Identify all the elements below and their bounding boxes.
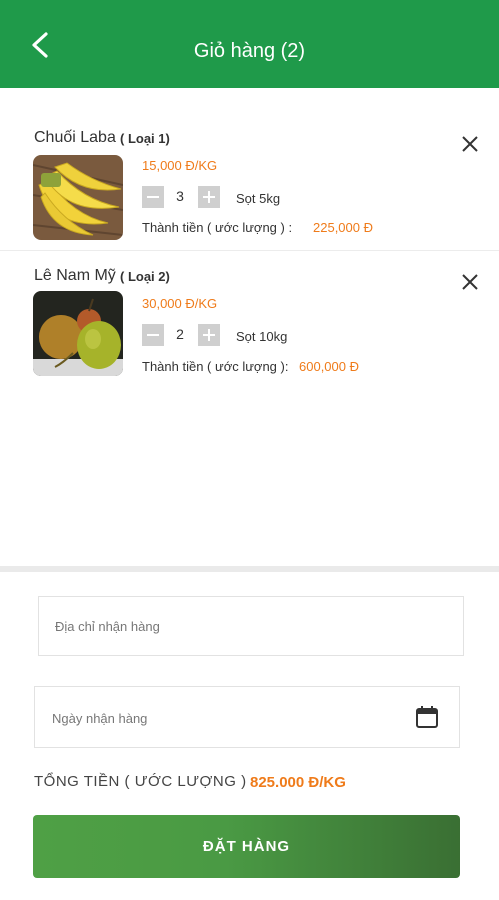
date-field[interactable]: Ngày nhận hàng <box>34 686 460 748</box>
increase-button[interactable] <box>198 324 220 346</box>
pear-image <box>33 291 123 376</box>
calendar-icon[interactable] <box>415 705 439 729</box>
quantity-value: 3 <box>176 188 184 204</box>
cart-item: Lê Nam Mỹ ( Loại 2) 30,000 Đ/KG 2 Sọt 10… <box>0 251 499 391</box>
item-price: 15,000 Đ/KG <box>142 158 218 173</box>
address-placeholder: Địa chỉ nhận hàng <box>55 619 160 634</box>
address-field[interactable]: Địa chỉ nhận hàng <box>38 596 464 656</box>
section-separator <box>0 566 499 572</box>
item-name: Lê Nam Mỹ <box>34 267 116 284</box>
order-button[interactable]: ĐẶT HÀNG <box>33 815 460 878</box>
decrease-button[interactable] <box>142 324 164 346</box>
page-title: Giỏ hàng (2) <box>193 40 306 62</box>
increase-button[interactable] <box>198 186 220 208</box>
quantity-value: 2 <box>176 326 184 342</box>
pack-size: Sọt 5kg <box>236 191 281 206</box>
total-value: 825.000 Đ/KG <box>250 774 346 791</box>
subtotal-value: 600,000 Đ <box>299 359 359 374</box>
subtotal-label: Thành tiền ( ước lượng ): <box>142 359 289 374</box>
item-type: ( Loại 2) <box>120 269 170 284</box>
cart-item: Chuối Laba ( Loại 1) 15,000 Đ/KG 3 Sọt 5… <box>0 88 499 250</box>
app-header: Giỏ hàng (2) <box>0 0 499 88</box>
total-label: TỔNG TIỀN ( ƯỚC LƯỢNG ) <box>34 773 247 790</box>
banana-image <box>33 155 123 240</box>
item-price: 30,000 Đ/KG <box>142 296 218 311</box>
subtotal-label: Thành tiền ( ước lượng ) : <box>142 220 293 235</box>
item-name: Chuối Laba <box>34 129 116 146</box>
quantity-stepper: 2 <box>142 324 222 346</box>
date-placeholder: Ngày nhận hàng <box>52 711 148 726</box>
quantity-stepper: 3 <box>142 186 222 208</box>
pack-size: Sọt 10kg <box>236 329 288 344</box>
close-icon[interactable] <box>460 272 480 292</box>
close-icon[interactable] <box>460 134 480 154</box>
subtotal-value: 225,000 Đ <box>313 220 373 235</box>
decrease-button[interactable] <box>142 186 164 208</box>
item-type: ( Loại 1) <box>120 131 170 146</box>
